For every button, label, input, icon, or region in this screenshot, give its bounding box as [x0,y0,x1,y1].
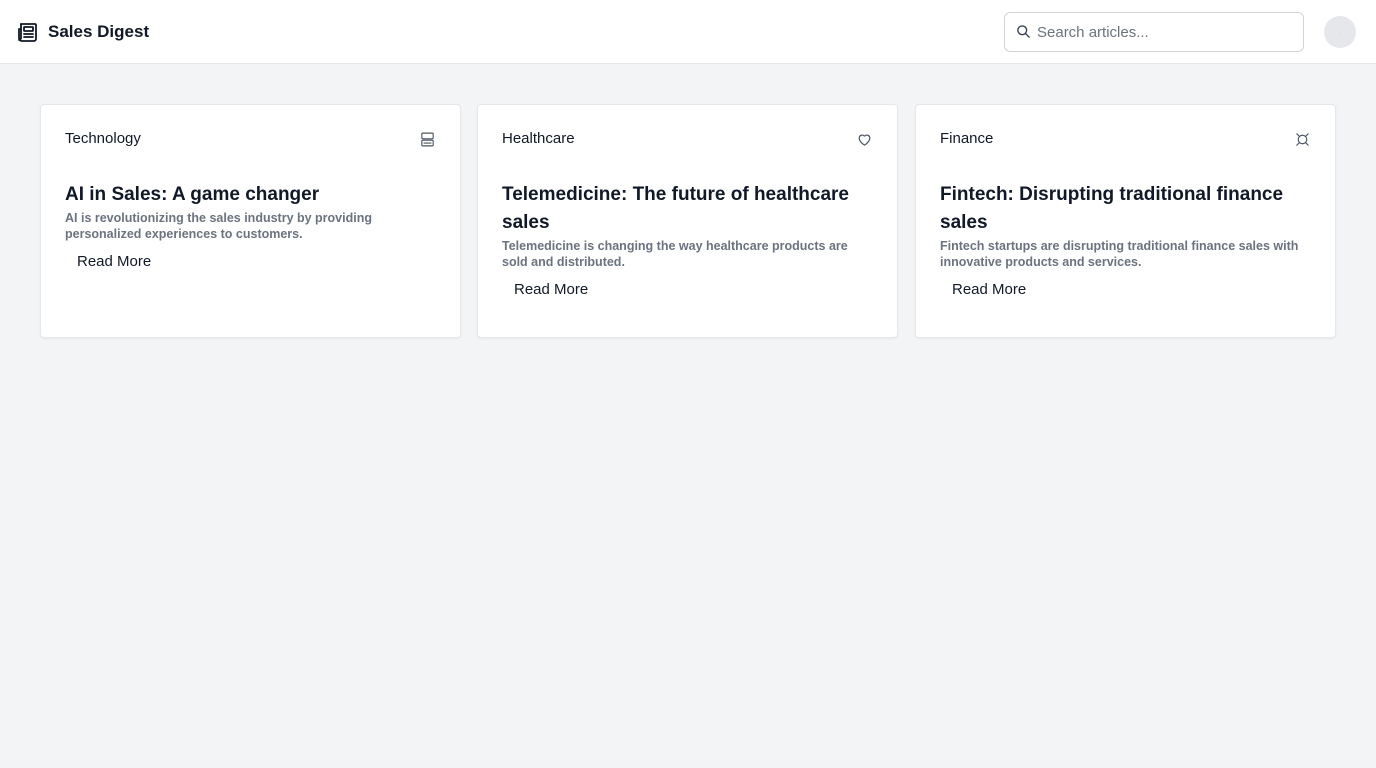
read-more-button[interactable]: Read More [952,280,1026,300]
search-input[interactable] [1037,13,1299,51]
article-card: Technology AI in Sales: A game changer A… [40,104,461,338]
article-card: Healthcare Telemedicine: The future of h… [477,104,898,338]
read-more-button[interactable]: Read More [514,280,588,300]
card-category: Finance [940,130,994,147]
search-icon [1017,25,1030,38]
card-body: AI in Sales: A game changer AI is revolu… [65,181,435,275]
card-category: Healthcare [502,130,575,147]
read-more-button[interactable]: Read More [77,252,151,272]
article-card: Finance Fintech: Disrupting traditional … [915,104,1336,338]
app-title: Sales Digest [48,22,150,41]
card-body: Fintech: Disrupting traditional finance … [940,181,1310,303]
card-description: AI is revolutionizing the sales industry… [65,211,372,241]
server-icon [421,132,434,147]
card-title: Telemedicine: The future of healthcare s… [502,184,850,233]
card-title: Fintech: Disrupting traditional finance … [940,184,1284,233]
top-bar: Sales Digest · [0,0,1376,64]
card-description: Fintech startups are disrupting traditio… [940,239,1299,269]
newspaper-icon [18,23,37,42]
search-box[interactable] [1004,12,1304,52]
card-category: Technology [65,130,141,147]
avatar[interactable]: · [1324,16,1356,48]
card-title: AI in Sales: A game changer [65,184,320,205]
brand[interactable]: Sales Digest [16,20,149,44]
card-body: Telemedicine: The future of healthcare s… [502,181,872,303]
currency-icon [1296,133,1309,146]
card-description: Telemedicine is changing the way healthc… [502,239,848,269]
heart-icon [858,134,871,146]
